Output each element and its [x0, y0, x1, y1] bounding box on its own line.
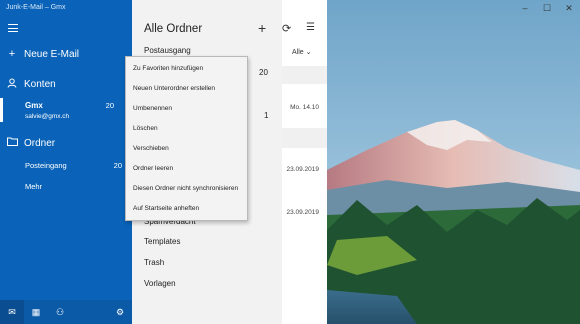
- select-icon[interactable]: ☰: [306, 22, 315, 33]
- menu-item-delete[interactable]: Löschen: [133, 125, 158, 132]
- page-title: Alle Ordner: [144, 23, 203, 35]
- menu-icon[interactable]: [8, 24, 18, 32]
- people-icon[interactable]: ⚇: [48, 300, 72, 324]
- mail-icon[interactable]: ✉: [0, 300, 24, 324]
- calendar-icon[interactable]: ▦: [24, 300, 48, 324]
- menu-item-move[interactable]: Verschieben: [133, 145, 169, 152]
- mail-list: ⟳ ☰ Alle ⌄ Mo. 14.10 23.09.2019 23.09.20…: [282, 0, 327, 324]
- mail-date: 23.09.2019: [286, 209, 319, 216]
- account-name: Gmx: [25, 100, 43, 110]
- close-button[interactable]: ✕: [558, 0, 580, 16]
- folder-item-vorlagen[interactable]: Vorlagen: [144, 279, 176, 288]
- folders-header[interactable]: Ordner: [0, 135, 132, 151]
- account-item[interactable]: Gmx 20: [0, 99, 132, 111]
- sync-icon[interactable]: ⟳: [282, 22, 291, 35]
- folder-item-postausgang[interactable]: Postausgang: [144, 46, 191, 55]
- filter-dropdown[interactable]: Alle ⌄: [292, 48, 312, 56]
- minimize-button[interactable]: –: [514, 0, 536, 16]
- sidebar-item-label: Mehr: [25, 181, 43, 191]
- menu-item-new-subfolder[interactable]: Neuen Unterordner erstellen: [133, 85, 215, 92]
- maximize-button[interactable]: ☐: [536, 0, 558, 16]
- bottom-nav: ✉ ▦ ⚇ ⚙: [0, 300, 132, 324]
- menu-item-pin-start[interactable]: Auf Startseite anheften: [133, 205, 199, 212]
- folder-icon: [0, 137, 24, 149]
- new-mail-label: Neue E-Mail: [24, 48, 80, 60]
- menu-item-empty-folder[interactable]: Ordner leeren: [133, 165, 173, 172]
- folders-label: Ordner: [24, 137, 56, 149]
- menu-item-add-favorite[interactable]: Zu Favoriten hinzufügen: [133, 65, 203, 72]
- folder-item-count: 20: [259, 68, 268, 77]
- chevron-down-icon: ⌄: [305, 49, 312, 56]
- new-mail-button[interactable]: + Neue E-Mail: [0, 46, 132, 62]
- background-image: – ☐ ✕: [327, 0, 580, 324]
- mail-date: Mo. 14.10: [290, 104, 319, 111]
- settings-icon[interactable]: ⚙: [108, 300, 132, 324]
- folder-item-trash[interactable]: Trash: [144, 258, 164, 267]
- folder-item-count: 1: [264, 111, 269, 120]
- person-icon: [0, 78, 24, 91]
- menu-item-rename[interactable]: Umbenennen: [133, 105, 172, 112]
- accounts-header[interactable]: Konten: [0, 76, 132, 92]
- window-title: Junk-E-Mail – Gmx: [6, 4, 66, 11]
- account-email: salvie@gmx.ch: [25, 112, 70, 120]
- accounts-label: Konten: [24, 78, 56, 90]
- account-email-row: salvie@gmx.ch: [0, 111, 132, 121]
- add-folder-icon[interactable]: +: [258, 20, 266, 36]
- sidebar-item-posteingang[interactable]: Posteingang 20: [0, 159, 132, 171]
- list-separator: [282, 128, 327, 148]
- mountain-landscape-image: [327, 0, 580, 324]
- navigation-sidebar: Junk-E-Mail – Gmx + Neue E-Mail Konten G…: [0, 0, 132, 324]
- menu-item-no-sync[interactable]: Diesen Ordner nicht synchronisieren: [133, 185, 238, 192]
- sidebar-item-mehr[interactable]: Mehr: [0, 180, 132, 192]
- account-count: 20: [105, 100, 114, 110]
- mail-date: 23.09.2019: [286, 166, 319, 173]
- context-menu: Zu Favoriten hinzufügen Neuen Unterordne…: [125, 56, 248, 221]
- sidebar-item-count: 20: [113, 160, 122, 170]
- list-separator: [282, 66, 327, 84]
- folder-item-templates[interactable]: Templates: [144, 237, 180, 246]
- window-controls: – ☐ ✕: [514, 0, 580, 16]
- plus-icon: +: [8, 48, 16, 60]
- sidebar-item-label: Posteingang: [25, 160, 67, 170]
- filter-label: Alle: [292, 49, 304, 56]
